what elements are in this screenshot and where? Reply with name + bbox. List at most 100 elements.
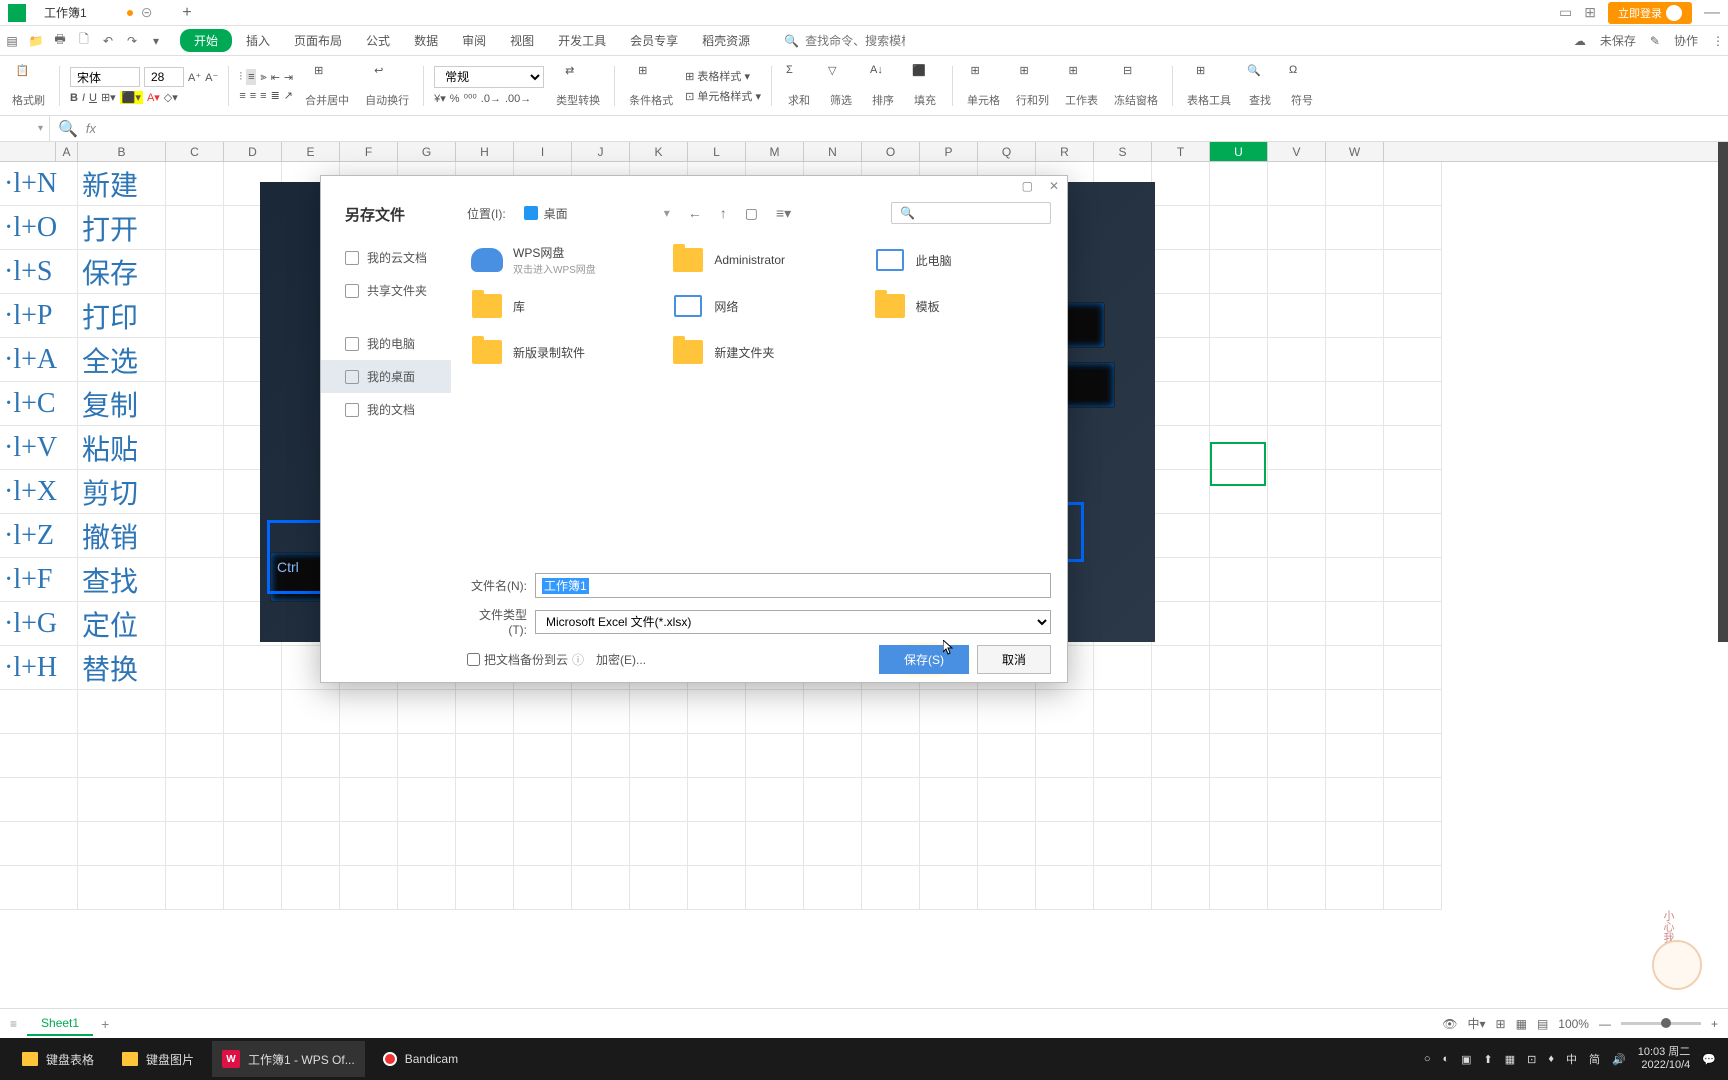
- save-icon[interactable]: 🖶: [52, 33, 68, 49]
- dropdown-icon[interactable]: ▾: [148, 33, 164, 49]
- align-right-icon[interactable]: ≡: [260, 90, 266, 102]
- col-header[interactable]: G: [398, 142, 456, 161]
- tab-resources[interactable]: 稻壳资源: [692, 28, 760, 53]
- dec-dec-icon[interactable]: .00→: [505, 93, 531, 105]
- tray-icon[interactable]: ♦: [1548, 1053, 1554, 1065]
- file-item[interactable]: 新建文件夹: [668, 332, 849, 372]
- file-item[interactable]: 库: [467, 286, 648, 326]
- document-tab[interactable]: 工作簿1 ⊝: [32, 1, 164, 24]
- paste-group[interactable]: 📋 格式刷: [8, 64, 49, 108]
- newfolder-icon[interactable]: ▢: [745, 205, 758, 222]
- clear-format-icon[interactable]: ◇▾: [164, 91, 178, 104]
- type-icon[interactable]: ⇄: [565, 64, 591, 90]
- open-icon[interactable]: 📁: [28, 33, 44, 49]
- minimize-icon[interactable]: —: [1704, 4, 1720, 22]
- rowcol-icon[interactable]: ⊞: [1020, 64, 1046, 90]
- col-header[interactable]: P: [920, 142, 978, 161]
- tab-member[interactable]: 会员专享: [620, 28, 688, 53]
- comma-icon[interactable]: ⁰⁰⁰: [464, 92, 477, 105]
- align-top-icon[interactable]: ⫶: [239, 71, 242, 84]
- col-header[interactable]: K: [630, 142, 688, 161]
- fx-icon[interactable]: fx: [86, 121, 96, 136]
- file-icon[interactable]: ▤: [4, 33, 20, 49]
- collab-icon[interactable]: ✎: [1650, 34, 1660, 48]
- dialog-search[interactable]: 🔍: [891, 202, 1051, 224]
- col-header[interactable]: V: [1268, 142, 1326, 161]
- save-button[interactable]: 保存(S): [879, 645, 969, 674]
- col-header[interactable]: O: [862, 142, 920, 161]
- notification-icon[interactable]: 💬: [1702, 1053, 1716, 1066]
- filter-icon[interactable]: ▽: [828, 64, 854, 90]
- col-header[interactable]: C: [166, 142, 224, 161]
- tab-formula[interactable]: 公式: [356, 28, 400, 53]
- wrap-icon[interactable]: ↩: [374, 64, 400, 90]
- cloud-icon[interactable]: ☁: [1574, 34, 1586, 48]
- percent-icon[interactable]: %: [450, 93, 460, 105]
- layout-icon[interactable]: ▭: [1559, 4, 1572, 21]
- fill-icon[interactable]: ⬛: [912, 64, 938, 90]
- tray-icon[interactable]: ◐: [1442, 1053, 1449, 1065]
- align-mid-icon[interactable]: ≡: [246, 69, 256, 85]
- orient-icon[interactable]: ↗: [284, 89, 293, 102]
- view-page-icon[interactable]: ▦: [1516, 1017, 1527, 1031]
- italic-button[interactable]: I: [82, 92, 85, 104]
- zoom-value[interactable]: 100%: [1558, 1017, 1589, 1031]
- encrypt-link[interactable]: 加密(E)...: [596, 651, 646, 668]
- align-bot-icon[interactable]: ⫸: [260, 71, 266, 84]
- tblfmt-button[interactable]: ⊞ 表格样式 ▾: [685, 68, 761, 84]
- align-left-icon[interactable]: ≡: [239, 90, 245, 102]
- view-break-icon[interactable]: ▤: [1537, 1017, 1548, 1031]
- collab-label[interactable]: 协作: [1674, 32, 1698, 49]
- tray-icon[interactable]: ○: [1424, 1053, 1431, 1065]
- search-input[interactable]: [805, 34, 905, 48]
- format-select[interactable]: 常规: [434, 66, 544, 88]
- col-header[interactable]: A: [56, 142, 78, 161]
- tab-insert[interactable]: 插入: [236, 28, 280, 53]
- col-header[interactable]: H: [456, 142, 514, 161]
- underline-button[interactable]: U: [89, 92, 97, 104]
- login-button[interactable]: 立即登录: [1608, 2, 1692, 24]
- sheet-menu-icon[interactable]: ≡: [10, 1017, 17, 1031]
- col-header[interactable]: W: [1326, 142, 1384, 161]
- font-color-icon[interactable]: A▾: [147, 91, 160, 104]
- col-header[interactable]: I: [514, 142, 572, 161]
- file-item[interactable]: 新版录制软件: [467, 332, 648, 372]
- col-header[interactable]: B: [78, 142, 166, 161]
- side-panel[interactable]: [1718, 142, 1728, 642]
- tray-ime[interactable]: 简: [1589, 1051, 1600, 1067]
- align-justify-icon[interactable]: ≣: [271, 89, 280, 102]
- backup-checkbox[interactable]: 把文档备份到云 ⓘ: [467, 651, 584, 668]
- zoom-out-button[interactable]: —: [1599, 1017, 1611, 1031]
- col-header[interactable]: E: [282, 142, 340, 161]
- zoom-in-button[interactable]: +: [1711, 1017, 1718, 1031]
- eye-icon[interactable]: 👁: [1442, 1017, 1457, 1031]
- sidebar-cloud[interactable]: 我的云文档: [321, 241, 451, 274]
- new-tab-button[interactable]: +: [182, 4, 191, 22]
- sidebar-desktop[interactable]: 我的桌面: [321, 360, 451, 393]
- col-header[interactable]: U: [1210, 142, 1268, 161]
- increase-font-icon[interactable]: A⁺: [188, 71, 201, 84]
- redo-icon[interactable]: ↷: [124, 33, 140, 49]
- sidebar-documents[interactable]: 我的文档: [321, 393, 451, 426]
- col-header[interactable]: N: [804, 142, 862, 161]
- taskbar-item[interactable]: W工作簿1 - WPS Of...: [212, 1041, 365, 1077]
- symbol-icon[interactable]: Ω: [1289, 64, 1315, 90]
- tab-review[interactable]: 审阅: [452, 28, 496, 53]
- col-header[interactable]: F: [340, 142, 398, 161]
- tab-view[interactable]: 视图: [500, 28, 544, 53]
- tray-icon[interactable]: ▣: [1461, 1053, 1471, 1066]
- name-box[interactable]: ▾: [0, 116, 50, 141]
- command-search[interactable]: 🔍: [784, 34, 905, 48]
- sheet-tab[interactable]: Sheet1: [27, 1012, 93, 1036]
- sort-icon[interactable]: A↓: [870, 64, 896, 90]
- border-icon[interactable]: ⊞▾: [101, 91, 116, 104]
- search-cell-icon[interactable]: 🔍: [58, 119, 78, 139]
- cond-icon[interactable]: ⊞: [638, 64, 664, 90]
- tray-icon[interactable]: ⬆: [1484, 1053, 1493, 1066]
- add-sheet-button[interactable]: +: [101, 1016, 109, 1032]
- preview-icon[interactable]: 🗋: [76, 33, 92, 49]
- indent-left-icon[interactable]: ⇤: [271, 71, 280, 84]
- col-header[interactable]: T: [1152, 142, 1210, 161]
- merge-icon[interactable]: ⊞: [314, 64, 340, 90]
- cancel-button[interactable]: 取消: [977, 645, 1051, 674]
